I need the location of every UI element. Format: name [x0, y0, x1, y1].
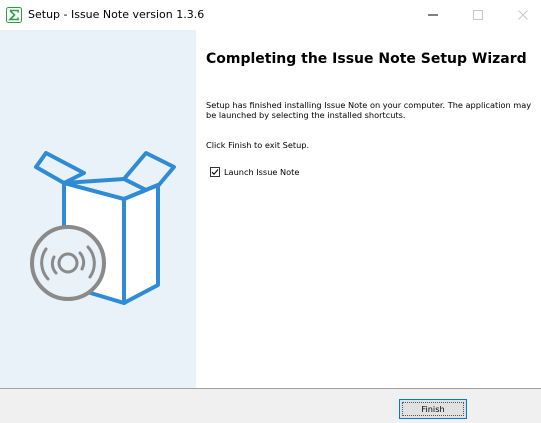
maximize-icon: [473, 10, 483, 20]
title-bar[interactable]: Setup - Issue Note version 1.3.6: [0, 0, 541, 30]
wizard-side-panel: [0, 30, 196, 388]
setup-window: Setup - Issue Note version 1.3.6 Complet…: [0, 0, 541, 423]
page-title: Completing the Issue Note Setup Wizard: [206, 51, 527, 67]
minimize-button[interactable]: [415, 0, 451, 30]
launch-app-label[interactable]: Launch Issue Note: [224, 167, 299, 177]
close-button[interactable]: [505, 0, 541, 30]
exit-hint: Click Finish to exit Setup.: [206, 140, 310, 150]
sigma-app-icon: [6, 7, 22, 23]
install-complete-message: Setup has finished installing Issue Note…: [206, 100, 532, 120]
maximize-button[interactable]: [460, 0, 496, 30]
launch-app-checkbox[interactable]: [210, 167, 220, 177]
software-box-disc-icon: [30, 151, 176, 305]
window-title: Setup - Issue Note version 1.3.6: [28, 8, 205, 21]
close-icon: [518, 10, 528, 20]
checkmark-icon: [211, 169, 219, 176]
launch-app-option[interactable]: Launch Issue Note: [210, 167, 299, 177]
wizard-footer: Finish: [0, 389, 541, 423]
finish-button[interactable]: Finish: [399, 399, 467, 419]
finish-button-label: Finish: [421, 404, 445, 414]
wizard-content: Completing the Issue Note Setup Wizard S…: [196, 30, 541, 388]
minimize-icon: [428, 14, 438, 16]
